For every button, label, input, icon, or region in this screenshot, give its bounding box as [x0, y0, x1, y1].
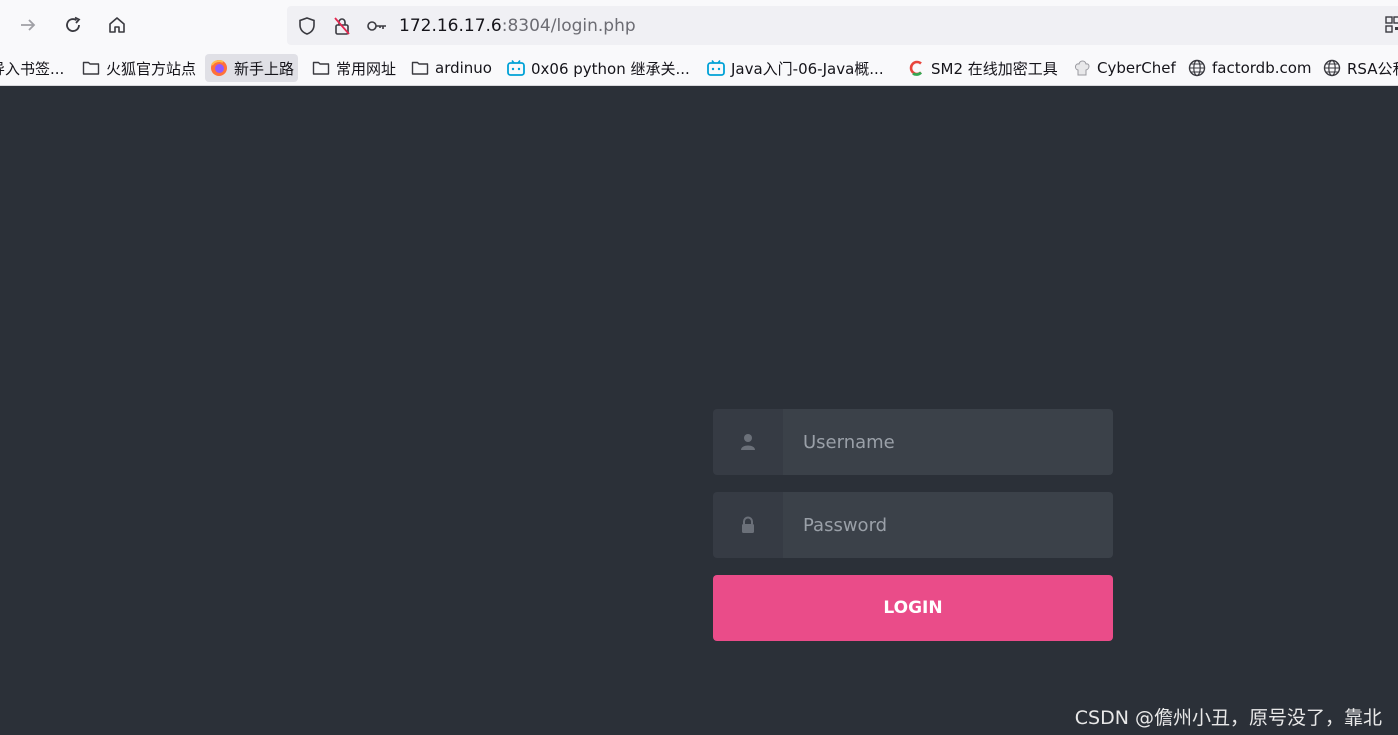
- password-input[interactable]: [783, 492, 1113, 558]
- bookmark-ardinuo[interactable]: ardinuo: [406, 54, 496, 82]
- globe-icon: [1187, 58, 1207, 78]
- bookmarks-bar: 导入书签... 火狐官方站点 新手上路 常用网址 ardinuo 0x06 py…: [0, 50, 1398, 86]
- reload-icon: [66, 16, 81, 32]
- globe-icon: [1322, 58, 1342, 78]
- bookmark-label: 新手上路: [234, 59, 295, 78]
- chef-hat-icon: [1072, 58, 1092, 78]
- bookmark-getting-started[interactable]: 新手上路: [205, 54, 299, 82]
- lock-icon: [713, 492, 783, 558]
- c-logo-icon: [906, 58, 926, 78]
- forward-button[interactable]: [12, 9, 44, 41]
- bookmark-import[interactable]: 导入书签...: [0, 54, 68, 82]
- arrow-right-icon: [21, 19, 36, 31]
- bookmark-sm2-tool[interactable]: SM2 在线加密工具: [902, 54, 1062, 82]
- bookmark-common-sites[interactable]: 常用网址: [307, 54, 400, 82]
- folder-icon: [81, 58, 101, 78]
- login-button[interactable]: LOGIN: [713, 575, 1113, 641]
- bookmark-cyberchef[interactable]: CyberChef: [1068, 54, 1180, 82]
- insecure-lock-icon[interactable]: [331, 15, 353, 37]
- bookmark-label: RSA公私: [1347, 59, 1398, 78]
- bookmark-label: 导入书签...: [0, 59, 65, 78]
- bookmark-label: SM2 在线加密工具: [931, 59, 1058, 78]
- url-host: 172.16.17.6: [399, 16, 502, 36]
- bilibili-icon: [706, 58, 726, 78]
- user-icon: [713, 409, 783, 475]
- url-text[interactable]: 172.16.17.6:8304/login.php: [399, 15, 636, 37]
- bookmark-label: ardinuo: [435, 59, 492, 77]
- shield-icon[interactable]: [296, 15, 318, 37]
- password-field: [713, 492, 1113, 558]
- qr-code-icon[interactable]: [1385, 16, 1398, 38]
- login-form: LOGIN: [713, 409, 1113, 641]
- bookmark-label: 常用网址: [336, 59, 397, 78]
- folder-icon: [311, 58, 331, 78]
- reload-button[interactable]: [57, 9, 89, 41]
- folder-icon: [410, 58, 430, 78]
- url-path: :8304/login.php: [501, 16, 636, 36]
- home-icon: [109, 17, 125, 33]
- bookmark-label: 火狐官方站点: [106, 59, 197, 78]
- bookmark-python-inheritance[interactable]: 0x06 python 继承关...: [502, 54, 694, 82]
- bookmark-label: CyberChef: [1097, 59, 1176, 77]
- username-input[interactable]: [783, 409, 1113, 475]
- browser-toolbar: 172.16.17.6:8304/login.php: [0, 0, 1398, 50]
- bookmark-java-intro[interactable]: Java入门-06-Java概...: [702, 54, 888, 82]
- bookmark-rsa[interactable]: RSA公私: [1318, 54, 1398, 82]
- bookmark-factordb[interactable]: factordb.com: [1183, 54, 1316, 82]
- bookmark-label: factordb.com: [1212, 59, 1312, 77]
- home-button[interactable]: [101, 9, 133, 41]
- bookmark-label: Java入门-06-Java概...: [731, 59, 884, 78]
- bookmark-firefox-official[interactable]: 火狐官方站点: [77, 54, 200, 82]
- bilibili-icon: [506, 58, 526, 78]
- csdn-watermark: CSDN @儋州小丑，原号没了，靠北: [1074, 707, 1382, 729]
- username-field: [713, 409, 1113, 475]
- key-icon[interactable]: [366, 15, 388, 37]
- firefox-icon: [209, 58, 229, 78]
- address-bar[interactable]: 172.16.17.6:8304/login.php: [287, 6, 1398, 45]
- bookmark-label: 0x06 python 继承关...: [531, 59, 690, 78]
